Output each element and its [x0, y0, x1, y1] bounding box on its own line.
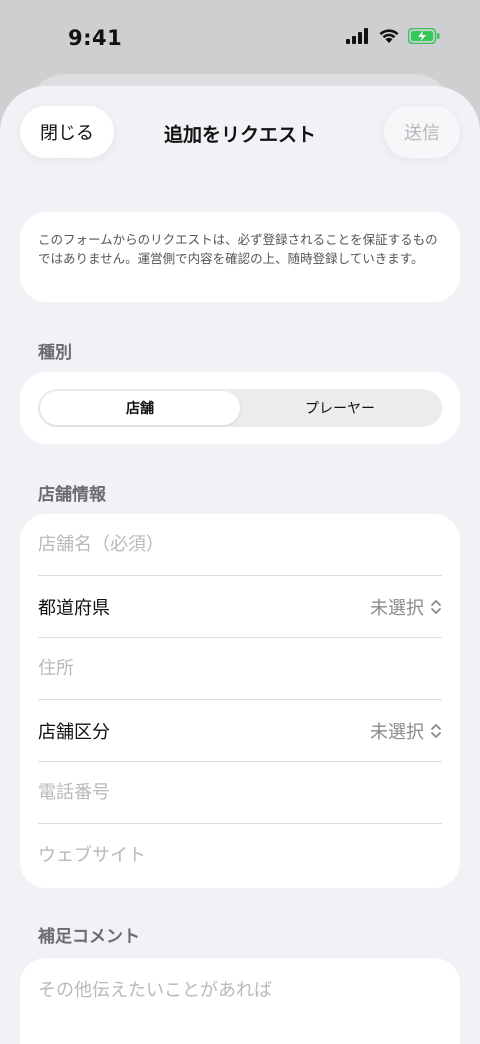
- battery-charging-icon: [408, 28, 440, 44]
- cellular-signal-icon: [346, 28, 368, 44]
- send-button[interactable]: 送信: [384, 106, 460, 158]
- comment-card: [20, 958, 460, 1044]
- store-name-row: [38, 514, 442, 576]
- phone-row: [38, 762, 442, 824]
- prefecture-label: 都道府県: [38, 597, 110, 619]
- phone-input[interactable]: [38, 782, 442, 803]
- category-value: 未選択: [370, 721, 424, 743]
- store-section-label: 店舗情報: [38, 485, 106, 505]
- prefecture-value: 未選択: [370, 597, 424, 619]
- category-row[interactable]: 店舗区分 未選択: [38, 700, 442, 762]
- website-input[interactable]: [38, 844, 442, 866]
- type-segmented-control: 店舗 プレーヤー: [38, 389, 442, 427]
- store-info-card: 都道府県 未選択 店舗区分 未選択: [20, 514, 460, 888]
- wifi-icon: [379, 29, 399, 43]
- prefecture-picker[interactable]: 未選択: [370, 594, 442, 620]
- notice-card: このフォームからのリクエストは、必ず登録されることを保証するものではありません。…: [20, 212, 460, 302]
- prefecture-row[interactable]: 都道府県 未選択: [38, 576, 442, 638]
- address-row: [38, 638, 442, 700]
- request-sheet: 閉じる 追加をリクエスト 送信 このフォームからのリクエストは、必ず登録されるこ…: [0, 86, 480, 1044]
- address-input[interactable]: [38, 658, 442, 679]
- website-row: [38, 824, 442, 886]
- segment-option-store[interactable]: 店舗: [40, 391, 240, 425]
- chevron-up-down-icon: [431, 723, 441, 738]
- store-name-input[interactable]: [38, 534, 442, 555]
- comment-section-label: 補足コメント: [38, 927, 140, 947]
- type-segment-card: 店舗 プレーヤー: [20, 372, 460, 444]
- category-label: 店舗区分: [38, 721, 110, 743]
- status-time: 9:41: [68, 26, 123, 50]
- status-bar: 9:41: [0, 0, 480, 80]
- type-section-label: 種別: [38, 343, 72, 363]
- chevron-up-down-icon: [431, 599, 441, 614]
- segment-option-player[interactable]: プレーヤー: [240, 391, 440, 425]
- comment-textarea[interactable]: [38, 976, 442, 1044]
- status-icons: [346, 28, 440, 44]
- category-picker[interactable]: 未選択: [370, 718, 442, 744]
- notice-text: このフォームからのリクエストは、必ず登録されることを保証するものではありません。…: [38, 232, 438, 266]
